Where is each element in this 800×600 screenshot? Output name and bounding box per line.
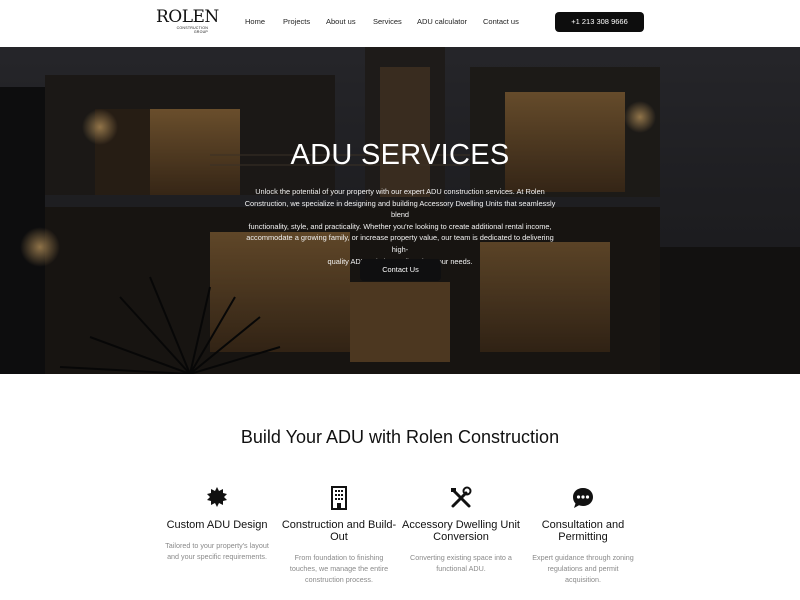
card-title-line: Out [330, 531, 348, 543]
brand-subtitle-line2: GROUP [193, 30, 208, 34]
card-description: From foundation to finishing touches, we… [279, 552, 399, 585]
service-card-conversion[interactable]: Accessory Dwelling Unit Conversion Conve… [401, 486, 521, 574]
hero-contact-button[interactable]: Contact Us [360, 259, 441, 281]
card-title: Consultation and Permitting [523, 519, 643, 543]
nav-home[interactable]: Home [245, 17, 265, 26]
card-description-line: Converting existing space into a [410, 553, 512, 562]
card-title: Construction and Build- Out [279, 519, 399, 543]
service-card-custom-design[interactable]: Custom ADU Design Tailored to your prope… [157, 486, 277, 562]
nav-projects[interactable]: Projects [283, 17, 310, 26]
building-icon [331, 486, 347, 510]
section-title: Build Your ADU with Rolen Construction [240, 427, 560, 447]
hero-title: ADU SERVICES [290, 139, 510, 171]
hero-description-line: Construction, we specialize in designing… [244, 198, 556, 220]
hero-description-line: Unlock the potential of your property wi… [255, 187, 545, 196]
service-card-consultation[interactable]: Consultation and Permitting Expert guida… [523, 486, 643, 585]
card-title: Accessory Dwelling Unit Conversion [401, 519, 521, 543]
nav-services[interactable]: Services [373, 17, 402, 26]
card-description-line: Expert guidance through zoning [532, 553, 634, 562]
site-header: ROLEN CONSTRUCTION GROUP Home Projects A… [0, 0, 800, 47]
card-description-line: From foundation to finishing [294, 553, 384, 562]
brand-name: ROLEN [156, 7, 219, 27]
phone-button[interactable]: +1 213 308 9666 [555, 12, 644, 32]
card-description: Expert guidance through zoning regulatio… [523, 552, 643, 585]
hero-description-line: accommodate a growing family, or increas… [246, 233, 554, 254]
card-description-line: touches, we manage the entire [289, 564, 389, 573]
gear-badge-icon [207, 487, 227, 507]
card-description: Converting existing space into a functio… [401, 552, 521, 574]
card-description-line: Tailored to your property's layout [165, 541, 269, 550]
hero-section: ADU SERVICES Unlock the potential of you… [0, 47, 800, 374]
brand-logo[interactable]: ROLEN CONSTRUCTION GROUP [156, 7, 219, 38]
card-title-line: Accessory Dwelling Unit [402, 519, 520, 531]
chat-bubble-icon [573, 488, 593, 508]
card-title: Custom ADU Design [166, 519, 268, 531]
nav-about-us[interactable]: About us [326, 17, 356, 26]
card-description: Tailored to your property's layout and y… [157, 540, 277, 562]
nav-contact-us[interactable]: Contact us [483, 17, 519, 26]
service-card-construction[interactable]: Construction and Build- Out From foundat… [279, 486, 399, 585]
card-description-line: construction process. [305, 575, 373, 584]
hero-description-line: functionality, style, and practicality. … [248, 221, 552, 231]
card-description-line: regulations and permit acquisition. [547, 564, 619, 584]
card-description-line: functional ADU. [436, 564, 486, 573]
card-description-line: and your specific requirements. [167, 552, 267, 561]
nav-adu-calculator[interactable]: ADU calculator [417, 17, 467, 26]
hero-description: Unlock the potential of your property wi… [238, 186, 562, 267]
tools-icon [451, 486, 472, 508]
card-title-line: Consultation and [541, 519, 625, 531]
card-title-line: Permitting [558, 531, 608, 543]
card-title-line: Conversion [433, 531, 489, 543]
card-title-line: Construction and Build- [281, 519, 397, 531]
